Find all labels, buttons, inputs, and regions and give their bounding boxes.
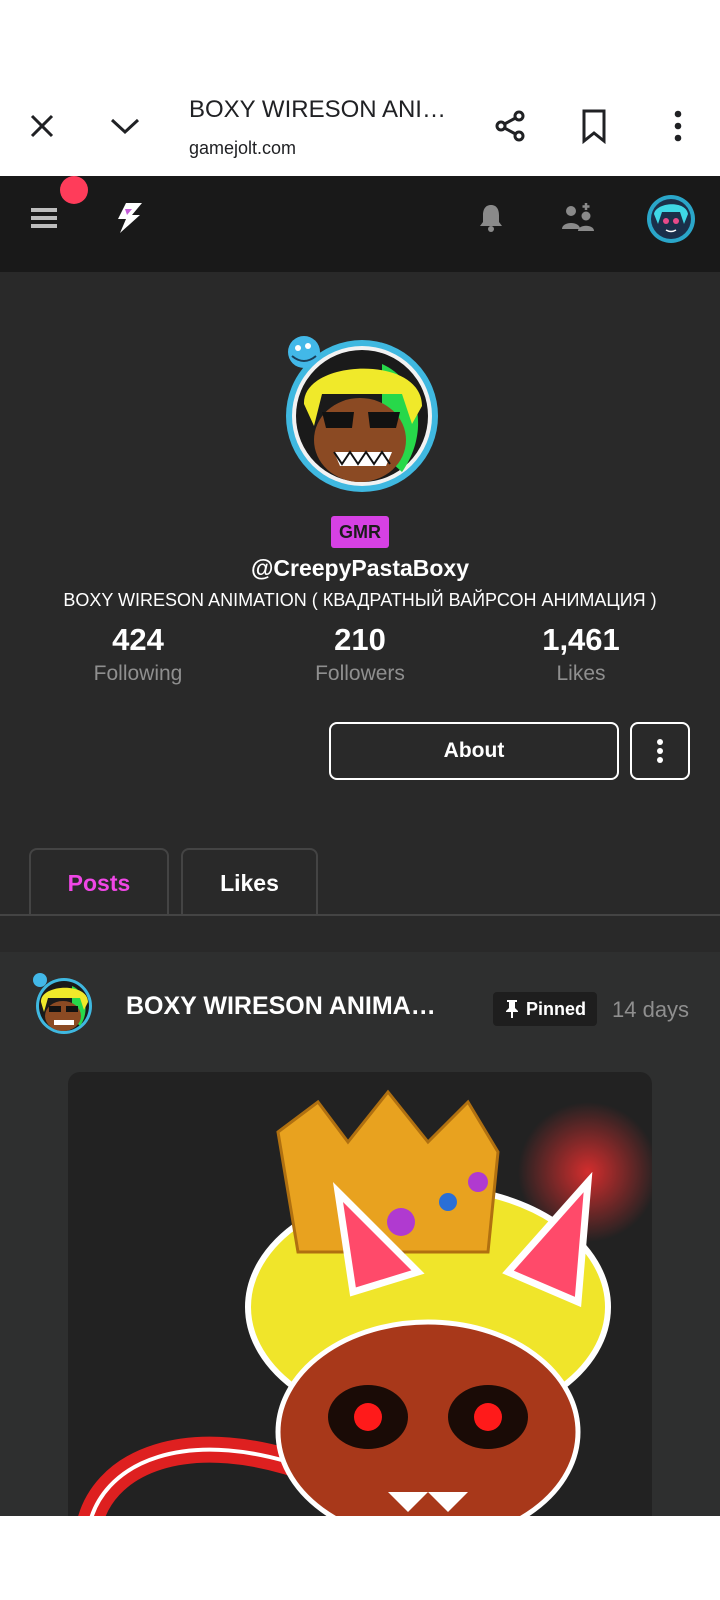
stat-value: 1,461 (542, 622, 620, 657)
about-button[interactable]: About (329, 722, 619, 780)
gmr-badge: GMR (331, 516, 389, 548)
stat-label: Followers (315, 662, 405, 685)
gamejolt-logo-icon[interactable] (108, 198, 148, 238)
close-icon[interactable] (22, 106, 62, 146)
browser-toolbar: BOXY WIRESON ANI… gamejolt.com (0, 0, 720, 176)
share-icon[interactable] (488, 104, 532, 148)
more-vert-icon (657, 739, 663, 763)
tabs-divider (0, 914, 720, 916)
stat-following[interactable]: 424 Following (38, 622, 238, 686)
user-avatar[interactable] (646, 194, 696, 244)
stat-label: Following (93, 662, 183, 685)
friend-requests-icon[interactable] (558, 200, 598, 236)
post-timestamp[interactable]: 14 days (612, 997, 689, 1023)
profile-header: GMR @CreepyPastaBoxy BOXY WIRESON ANIMAT… (0, 272, 720, 952)
chevron-down-icon[interactable] (105, 106, 145, 146)
post-title[interactable]: BOXY WIRESON ANIMA… (126, 992, 436, 1021)
post-author-avatar[interactable] (32, 972, 94, 1034)
stat-value: 424 (112, 622, 164, 657)
notification-dot (60, 176, 88, 204)
tab-posts[interactable]: Posts (29, 848, 169, 916)
menu-icon[interactable] (26, 200, 62, 236)
bookmark-icon[interactable] (572, 104, 616, 148)
post-card[interactable]: BOXY WIRESON ANIMA… Pinned 14 days (0, 952, 720, 1516)
post-image[interactable] (68, 1072, 652, 1516)
pinned-label: Pinned (525, 998, 586, 1019)
stat-followers[interactable]: 210 Followers (260, 622, 460, 686)
profile-avatar[interactable] (282, 334, 440, 492)
stat-value: 210 (334, 622, 386, 657)
profile-display-name: BOXY WIRESON ANIMATION ( КВАДРАТНЫЙ ВАЙР… (63, 590, 657, 610)
more-vert-icon[interactable] (656, 104, 700, 148)
url-domain: gamejolt.com (189, 138, 297, 158)
notifications-bell-icon[interactable] (474, 200, 508, 236)
pinned-badge: Pinned (493, 992, 597, 1026)
profile-more-button[interactable] (630, 722, 690, 780)
profile-username: @CreepyPastaBoxy (250, 555, 470, 581)
system-bottom-area (0, 1516, 720, 1600)
stat-label: Likes (556, 662, 606, 685)
tab-likes[interactable]: Likes (181, 848, 318, 916)
page-title: BOXY WIRESON ANI… (189, 96, 446, 123)
site-navbar (0, 176, 720, 272)
stat-likes[interactable]: 1,461 Likes (481, 622, 681, 686)
pin-icon (505, 1000, 518, 1018)
